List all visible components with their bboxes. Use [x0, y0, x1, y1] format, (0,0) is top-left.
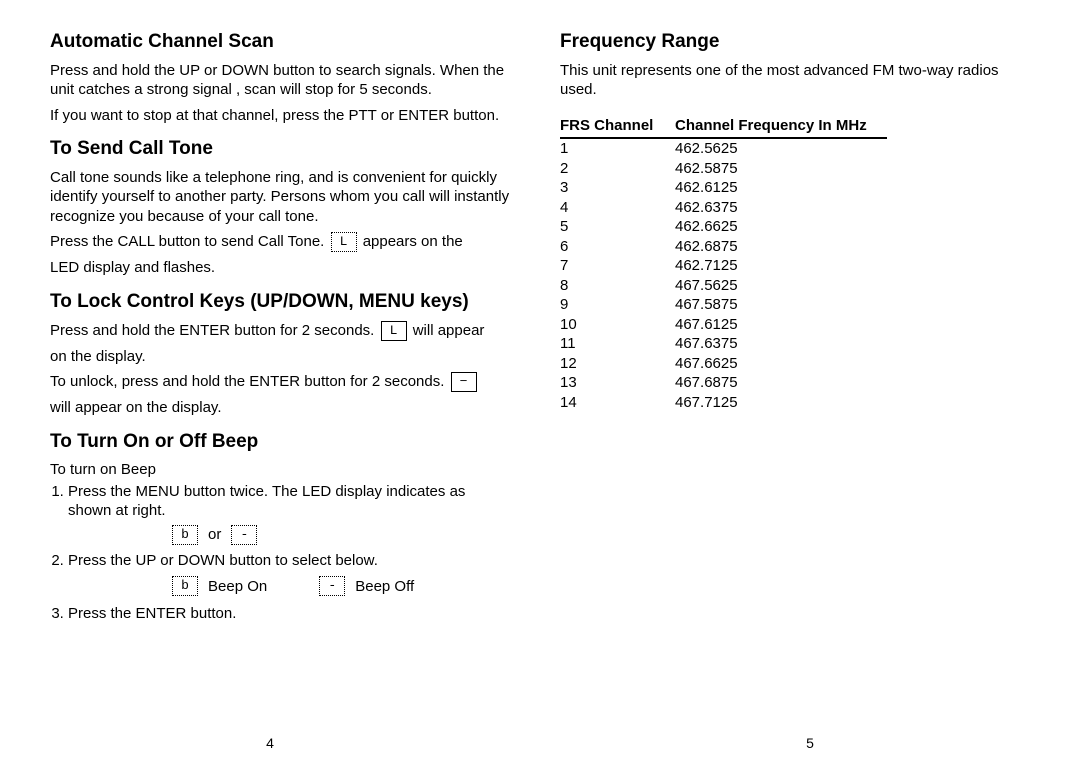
- cell-frequency: 467.6625: [675, 354, 887, 374]
- beep-icons-row: b or -: [50, 525, 510, 545]
- section-call-tone: To Send Call Tone Call tone sounds like …: [50, 137, 510, 278]
- cell-channel: 9: [560, 295, 675, 315]
- text: Call tone sounds like a telephone ring, …: [50, 168, 510, 227]
- cell-frequency: 462.5875: [675, 159, 887, 179]
- th-frequency: Channel Frequency In MHz: [675, 114, 887, 139]
- cell-channel: 11: [560, 334, 675, 354]
- cell-frequency: 467.5875: [675, 295, 887, 315]
- heading-lock-keys: To Lock Control Keys (UP/DOWN, MENU keys…: [50, 290, 510, 315]
- right-column: Frequency Range This unit represents one…: [540, 0, 1080, 762]
- beep-steps: Press the ENTER button.: [50, 604, 510, 624]
- lcd-beep-b-icon: b: [172, 525, 198, 545]
- cell-frequency: 462.7125: [675, 256, 887, 276]
- table-row: 4462.6375: [560, 198, 887, 218]
- table-row: 9467.5875: [560, 295, 887, 315]
- page-number: 5: [806, 734, 814, 752]
- cell-frequency: 462.6375: [675, 198, 887, 218]
- beep-steps: Press the UP or DOWN button to select be…: [50, 551, 510, 571]
- heading-call-tone: To Send Call Tone: [50, 137, 510, 162]
- list-item: Press the MENU button twice. The LED dis…: [68, 482, 510, 521]
- table-row: 2462.5875: [560, 159, 887, 179]
- text: will appear on the display.: [50, 398, 510, 418]
- cell-frequency: 462.6875: [675, 237, 887, 257]
- table-row: 8467.5625: [560, 276, 887, 296]
- page-number: 4: [266, 734, 274, 752]
- th-channel: FRS Channel: [560, 114, 675, 139]
- text: To unlock, press and hold the ENTER butt…: [50, 373, 444, 390]
- text: appears on the: [363, 233, 463, 250]
- section-beep: To Turn On or Off Beep To turn on Beep P…: [50, 430, 510, 624]
- cell-frequency: 467.5625: [675, 276, 887, 296]
- beep-onoff-row: b Beep On - Beep Off: [50, 576, 510, 596]
- table-row: 3462.6125: [560, 178, 887, 198]
- label-beep-off: Beep Off: [355, 577, 414, 597]
- frequency-table: FRS Channel Channel Frequency In MHz 146…: [560, 114, 887, 413]
- cell-frequency: 467.6875: [675, 373, 887, 393]
- table-row: 7462.7125: [560, 256, 887, 276]
- text: Press and hold the ENTER button for 2 se…: [50, 322, 374, 339]
- heading-frequency-range: Frequency Range: [560, 30, 1030, 55]
- cell-channel: 5: [560, 217, 675, 237]
- heading-auto-scan: Automatic Channel Scan: [50, 30, 510, 55]
- cell-frequency: 462.6125: [675, 178, 887, 198]
- cell-channel: 2: [560, 159, 675, 179]
- text: Press and hold the UP or DOWN button to …: [50, 61, 510, 100]
- cell-channel: 1: [560, 138, 675, 159]
- cell-channel: 8: [560, 276, 675, 296]
- cell-channel: 13: [560, 373, 675, 393]
- cell-channel: 12: [560, 354, 675, 374]
- lcd-unlock-icon: −: [451, 372, 477, 392]
- cell-channel: 3: [560, 178, 675, 198]
- list-item: Press the ENTER button.: [68, 604, 510, 624]
- table-row: 1462.5625: [560, 138, 887, 159]
- table-row: 6462.6875: [560, 237, 887, 257]
- section-lock-keys: To Lock Control Keys (UP/DOWN, MENU keys…: [50, 290, 510, 418]
- label-beep-on: Beep On: [208, 577, 267, 597]
- cell-channel: 6: [560, 237, 675, 257]
- lcd-beep-dash-icon: -: [231, 525, 257, 545]
- list-item: Press the UP or DOWN button to select be…: [68, 551, 510, 571]
- lcd-beep-on-icon: b: [172, 576, 198, 596]
- cell-channel: 4: [560, 198, 675, 218]
- cell-frequency: 462.5625: [675, 138, 887, 159]
- cell-frequency: 467.7125: [675, 393, 887, 413]
- lcd-lock-icon: L: [381, 321, 407, 341]
- text-inline: Press the CALL button to send Call Tone.…: [50, 232, 510, 252]
- cell-channel: 10: [560, 315, 675, 335]
- beep-steps: Press the MENU button twice. The LED dis…: [50, 482, 510, 521]
- lcd-call-icon: L: [331, 232, 357, 252]
- table-row: 12467.6625: [560, 354, 887, 374]
- text: If you want to stop at that channel, pre…: [50, 106, 510, 126]
- cell-frequency: 467.6375: [675, 334, 887, 354]
- table-row: 14467.7125: [560, 393, 887, 413]
- table-row: 5462.6625: [560, 217, 887, 237]
- cell-frequency: 462.6625: [675, 217, 887, 237]
- text-or: or: [208, 525, 221, 545]
- cell-frequency: 467.6125: [675, 315, 887, 335]
- left-column: Automatic Channel Scan Press and hold th…: [0, 0, 540, 762]
- text: This unit represents one of the most adv…: [560, 61, 1030, 100]
- text: Press the CALL button to send Call Tone.: [50, 233, 324, 250]
- section-auto-scan: Automatic Channel Scan Press and hold th…: [50, 30, 510, 125]
- table-row: 11467.6375: [560, 334, 887, 354]
- heading-beep: To Turn On or Off Beep: [50, 430, 510, 455]
- text: on the display.: [50, 347, 510, 367]
- text: LED display and flashes.: [50, 258, 510, 278]
- text: To turn on Beep: [50, 460, 510, 480]
- text-inline: Press and hold the ENTER button for 2 se…: [50, 321, 510, 341]
- cell-channel: 7: [560, 256, 675, 276]
- lcd-beep-off-icon: -: [319, 576, 345, 596]
- table-row: 10467.6125: [560, 315, 887, 335]
- text-inline: To unlock, press and hold the ENTER butt…: [50, 372, 510, 392]
- table-row: 13467.6875: [560, 373, 887, 393]
- cell-channel: 14: [560, 393, 675, 413]
- text: will appear: [413, 322, 485, 339]
